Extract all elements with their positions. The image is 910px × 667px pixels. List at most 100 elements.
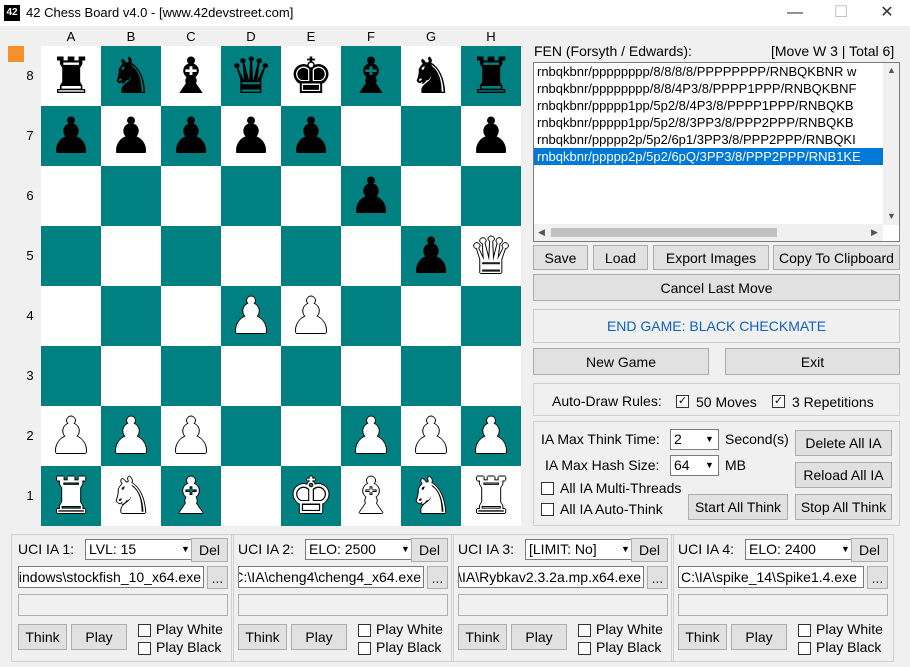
fen-entry[interactable]: rnbqkbnr/ppppp1pp/5p2/8/3PP3/8/PPP2PPP/R… [534,114,883,131]
play-black-checkbox[interactable] [138,642,151,655]
hash-size-select[interactable]: 64 ▼ [670,455,719,476]
square-f2[interactable]: ♟ [341,406,401,466]
engine-play-button[interactable]: Play [511,624,567,650]
browse-engine-button[interactable]: ... [207,566,228,589]
square-f7[interactable] [341,106,401,166]
square-a1[interactable]: ♜ [41,466,101,526]
play-white-checkbox[interactable] [578,624,591,637]
scroll-thumb[interactable] [551,228,777,237]
engine-level-select[interactable]: ELO: 2400 ▼ [745,539,855,560]
white-queen-icon[interactable]: ♛ [469,226,514,286]
square-g4[interactable] [401,286,461,346]
square-f4[interactable] [341,286,401,346]
black-king-icon[interactable]: ♚ [289,46,334,106]
engine-path-field[interactable]: C:\IA\cheng4\cheng4_x64.exe [238,566,424,588]
square-d2[interactable] [221,406,281,466]
square-h5[interactable]: ♛ [461,226,521,286]
browse-engine-button[interactable]: ... [867,566,888,589]
square-a8[interactable]: ♜ [41,46,101,106]
moves50-checkbox[interactable]: ✓ [676,395,689,408]
square-h6[interactable] [461,166,521,226]
autothink-checkbox[interactable] [541,503,554,516]
start-all-think-button[interactable]: Start All Think [688,494,788,520]
engine-play-button[interactable]: Play [291,624,347,650]
engine-think-button[interactable]: Think [678,624,727,650]
minimize-button[interactable]: — [772,0,818,26]
square-g7[interactable] [401,106,461,166]
scroll-up-icon[interactable]: ▲ [887,65,896,75]
black-rook-icon[interactable]: ♜ [49,46,94,106]
delete-engine-button[interactable]: Del [191,538,228,562]
white-pawn-icon[interactable]: ♟ [409,406,454,466]
fen-vertical-scrollbar[interactable]: ▲ ▼ [883,63,899,225]
square-h3[interactable] [461,346,521,406]
square-e4[interactable]: ♟ [281,286,341,346]
black-rook-icon[interactable]: ♜ [469,46,514,106]
black-pawn-icon[interactable]: ♟ [409,226,454,286]
white-pawn-icon[interactable]: ♟ [49,406,94,466]
square-b7[interactable]: ♟ [101,106,161,166]
play-black-checkbox[interactable] [358,642,371,655]
black-knight-icon[interactable]: ♞ [109,46,154,106]
fen-horizontal-scrollbar[interactable]: ◀ ▶ [534,224,883,241]
square-c4[interactable] [161,286,221,346]
fen-entry[interactable]: rnbqkbnr/ppppp2p/5p2/6p1/3PP3/8/PPP2PPP/… [534,131,883,148]
square-e7[interactable]: ♟ [281,106,341,166]
square-g6[interactable] [401,166,461,226]
white-rook-icon[interactable]: ♜ [49,466,94,526]
white-pawn-icon[interactable]: ♟ [169,406,214,466]
square-h4[interactable] [461,286,521,346]
square-c7[interactable]: ♟ [161,106,221,166]
browse-engine-button[interactable]: ... [647,566,668,589]
black-pawn-icon[interactable]: ♟ [349,166,394,226]
black-pawn-icon[interactable]: ♟ [469,106,514,166]
white-rook-icon[interactable]: ♜ [469,466,514,526]
black-pawn-icon[interactable]: ♟ [229,106,274,166]
close-button[interactable]: ✕ [864,0,910,26]
square-f6[interactable]: ♟ [341,166,401,226]
square-a4[interactable] [41,286,101,346]
square-h8[interactable]: ♜ [461,46,521,106]
square-f1[interactable]: ♝ [341,466,401,526]
engine-path-field[interactable]: C:\IA\Rybkav2.3.2a.mp.x64.exe [458,566,644,588]
scroll-down-icon[interactable]: ▼ [887,211,896,221]
white-pawn-icon[interactable]: ♟ [349,406,394,466]
square-h1[interactable]: ♜ [461,466,521,526]
white-pawn-icon[interactable]: ♟ [229,286,274,346]
square-b2[interactable]: ♟ [101,406,161,466]
square-b5[interactable] [101,226,161,286]
square-a2[interactable]: ♟ [41,406,101,466]
multithreads-checkbox[interactable] [541,482,554,495]
engine-think-button[interactable]: Think [18,624,67,650]
engine-path-field[interactable]: C:\Windows\stockfish_10_x64.exe [18,566,204,588]
fen-history-list[interactable]: rnbqkbnr/pppppppp/8/8/8/8/PPPPPPPP/RNBQK… [533,62,900,242]
square-e5[interactable] [281,226,341,286]
engine-think-button[interactable]: Think [458,624,507,650]
white-knight-icon[interactable]: ♞ [409,466,454,526]
fen-entry[interactable]: rnbqkbnr/ppppp1pp/5p2/8/4P3/8/PPPP1PPP/R… [534,97,883,114]
exit-button[interactable]: Exit [725,348,900,375]
black-bishop-icon[interactable]: ♝ [169,46,214,106]
square-g3[interactable] [401,346,461,406]
square-e8[interactable]: ♚ [281,46,341,106]
engine-level-select[interactable]: ELO: 2500 ▼ [305,539,415,560]
white-pawn-icon[interactable]: ♟ [469,406,514,466]
square-e1[interactable]: ♚ [281,466,341,526]
copy-to-clipboard-button[interactable]: Copy To Clipboard [773,245,900,270]
square-g2[interactable]: ♟ [401,406,461,466]
square-d4[interactable]: ♟ [221,286,281,346]
white-knight-icon[interactable]: ♞ [109,466,154,526]
play-black-checkbox[interactable] [798,642,811,655]
play-white-checkbox[interactable] [358,624,371,637]
square-b6[interactable] [101,166,161,226]
reload-all-ia-button[interactable]: Reload All IA [795,462,892,488]
load-button[interactable]: Load [593,245,648,270]
repetitions3-checkbox[interactable]: ✓ [772,395,785,408]
black-pawn-icon[interactable]: ♟ [169,106,214,166]
square-a5[interactable] [41,226,101,286]
square-c1[interactable]: ♝ [161,466,221,526]
chess-board[interactable]: ♜ ♞ ♝ ♛ ♚ ♝ ♞ ♜ ♟ ♟ ♟ ♟ ♟ ♟ ♟ ♟ ♛ ♟ ♟ ♟ ♟ ♟ ♟ ♟ ♟ ♜ ♞ ♝ ♚ ♝ ♞ ♜ [41,46,521,526]
square-b1[interactable]: ♞ [101,466,161,526]
square-d6[interactable] [221,166,281,226]
black-pawn-icon[interactable]: ♟ [289,106,334,166]
